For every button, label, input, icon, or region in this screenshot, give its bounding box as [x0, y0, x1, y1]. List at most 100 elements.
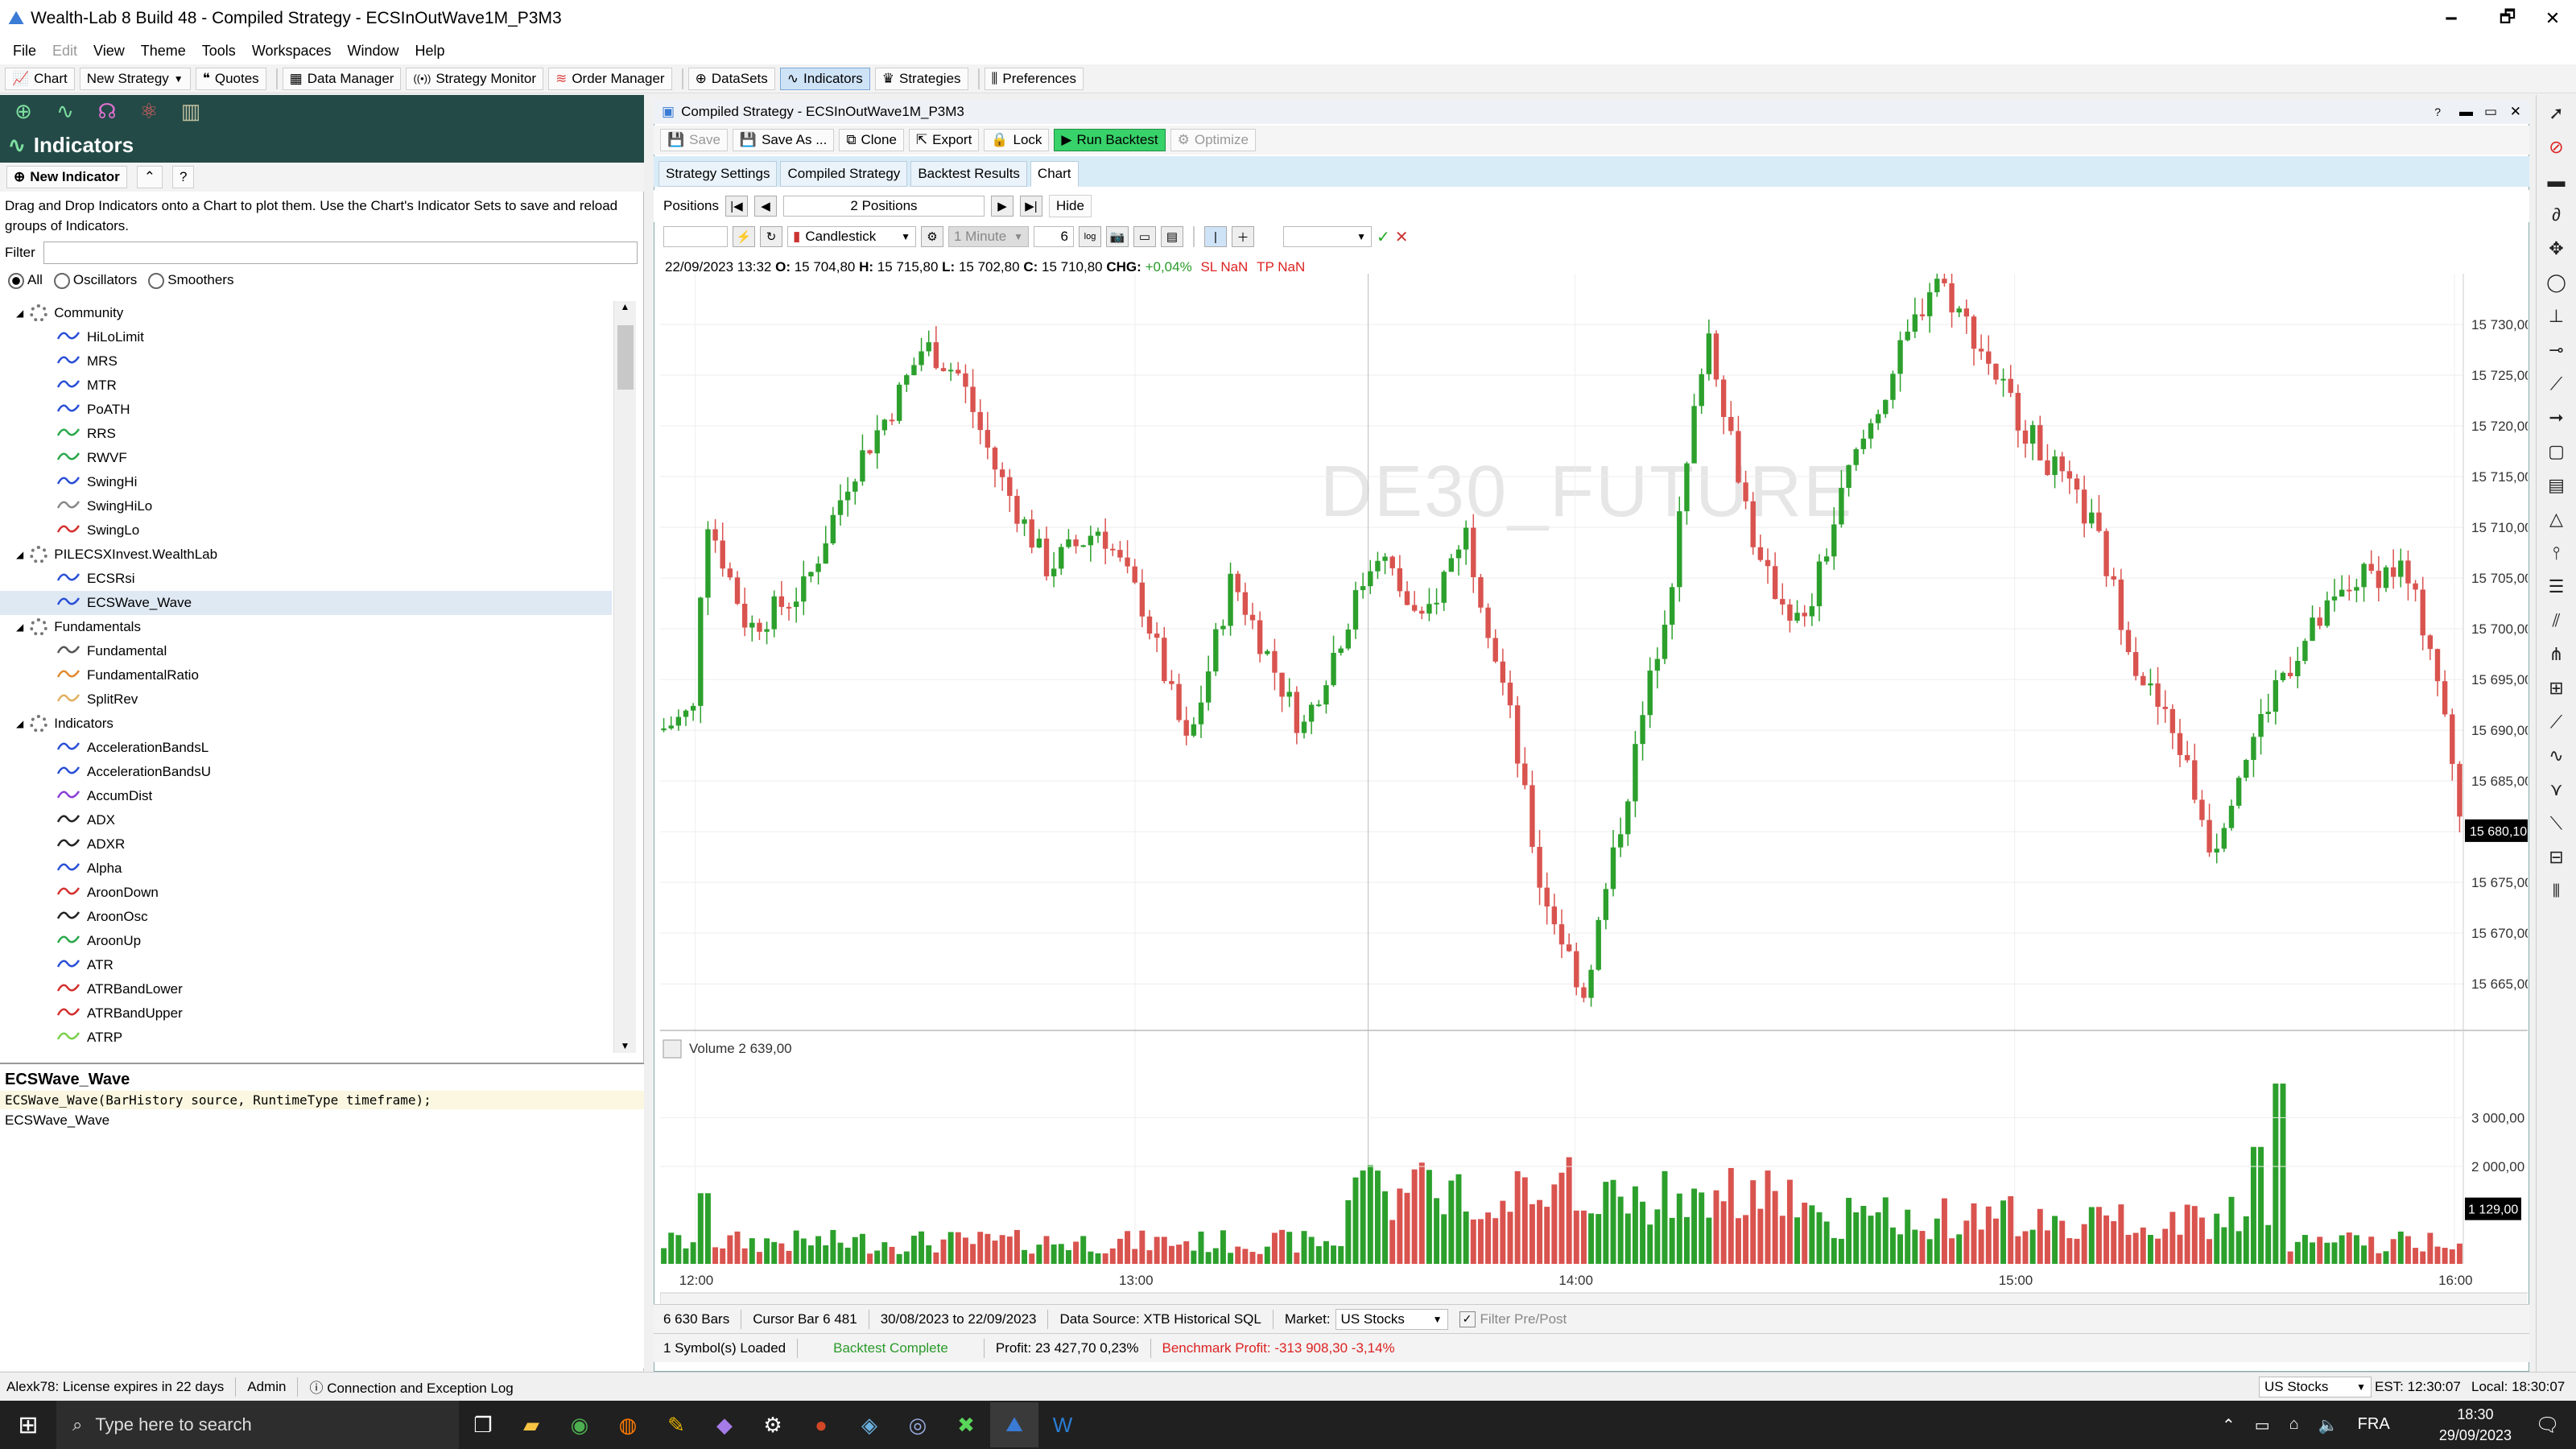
fib-icon[interactable]: ☰ [2543, 573, 2570, 601]
log-scale-button[interactable]: log [1079, 226, 1101, 247]
indicator-item[interactable]: SwingLo [0, 518, 612, 543]
indicator-item[interactable]: ATRBandUpper [0, 1001, 612, 1026]
xmind-icon[interactable]: ✖ [942, 1402, 990, 1447]
horizontal-line-icon[interactable]: ⊸ [2543, 336, 2570, 364]
ellipse-icon[interactable]: ◯ [2543, 269, 2570, 296]
indicator-item[interactable]: FundamentalRatio [0, 663, 612, 687]
indicator-item[interactable]: MTR [0, 374, 612, 398]
indicator-item[interactable]: AroonDown [0, 881, 612, 905]
indicator-item[interactable]: ATRP [0, 1026, 612, 1050]
timezone-icon[interactable]: ⦀ [2543, 877, 2570, 905]
order-manager-button[interactable]: ≋ Order Manager [548, 67, 672, 90]
indicator-item[interactable]: HiLoLimit [0, 325, 612, 349]
crosshair-icon[interactable]: ＋ [1232, 226, 1254, 247]
expand-icon[interactable]: ◢ [16, 549, 23, 560]
run-backtest-button[interactable]: ▶ Run Backtest [1054, 129, 1166, 151]
strategies-button[interactable]: ♛ Strategies [874, 67, 968, 90]
expand-icon[interactable]: ◢ [16, 308, 23, 319]
radio-oscillators[interactable]: Oscillators [53, 272, 137, 289]
network-icon[interactable]: ⌂ [2289, 1415, 2299, 1435]
chart-style-select[interactable]: ▮ Candlestick ▼ [787, 226, 916, 247]
connection-log-link[interactable]: ⓘ Connection and Exception Log [309, 1377, 513, 1397]
screenshot-icon[interactable]: 📷 [1106, 226, 1129, 247]
datasets-button[interactable]: ⊕ DataSets [687, 67, 775, 90]
tab-chart[interactable]: Chart [1030, 161, 1079, 187]
menu-theme[interactable]: Theme [141, 43, 186, 60]
globe-icon[interactable]: ⊕ [10, 99, 37, 123]
molecule-icon[interactable]: ⚛ [135, 99, 163, 123]
collapse-button[interactable]: ⌃ [136, 166, 163, 188]
export-button[interactable]: ⇱ Export [908, 129, 980, 151]
language[interactable]: FRA [2358, 1415, 2390, 1435]
wealthlab-icon[interactable]: ⛰ [990, 1402, 1038, 1447]
drawing-select[interactable]: ▼ [1283, 226, 1372, 247]
notification-icon[interactable]: 🗨 [2536, 1414, 2560, 1437]
word-icon[interactable]: W [1038, 1402, 1087, 1447]
task-view-icon[interactable]: ❐ [459, 1402, 507, 1447]
powerpoint-icon[interactable]: ● [797, 1402, 845, 1447]
indicator-item[interactable]: AccelerationBandsL [0, 736, 612, 760]
doc-close-button[interactable]: ✕ [2510, 104, 2521, 120]
indicator-item[interactable]: SwingHi [0, 470, 612, 494]
new-indicator-button[interactable]: ⊕ New Indicator [6, 166, 127, 188]
app-icon[interactable]: ✎ [652, 1402, 700, 1447]
indicator-item[interactable]: ECSWave_Wave [0, 591, 612, 615]
menu-file[interactable]: File [13, 43, 36, 60]
strategy-monitor-button[interactable]: ((•)) Strategy Monitor [406, 67, 544, 90]
radio-all[interactable]: All [8, 272, 43, 289]
chart-style-gear-icon[interactable]: ⚙ [921, 226, 943, 247]
indicator-item[interactable]: Fundamental [0, 639, 612, 663]
lasso-icon[interactable]: ∂ [2543, 201, 2570, 229]
channel-icon[interactable]: ⫽ [2543, 607, 2570, 634]
chart-button[interactable]: 📈 Chart [5, 67, 75, 90]
gann-icon[interactable]: ⊞ [2543, 675, 2570, 702]
check-icon[interactable]: ✓ [1377, 227, 1390, 247]
indicator-item[interactable]: AroonOsc [0, 905, 612, 929]
new-strategy-button[interactable]: New Strategy ▼ [79, 67, 191, 90]
text-icon[interactable]: ▤ [2543, 472, 2570, 499]
menu-window[interactable]: Window [348, 43, 399, 60]
doc-minimize-button[interactable]: ▬ [2459, 104, 2473, 120]
indicators-button[interactable]: ∿ Indicators [779, 67, 870, 90]
tree-group[interactable]: ◢ PILECSXInvest.WealthLab [0, 543, 612, 567]
menu-view[interactable]: View [93, 43, 125, 60]
tree-group[interactable]: ◢ Community [0, 301, 612, 325]
volume-icon[interactable]: 🔈 [2318, 1415, 2339, 1435]
no-entry-icon[interactable]: ⊘ [2543, 134, 2570, 161]
eraser-icon[interactable]: ▬ [2543, 167, 2570, 195]
indicator-item[interactable]: ADXR [0, 832, 612, 857]
indicator-item[interactable]: MRS [0, 349, 612, 374]
lightning-icon[interactable]: ⚡ [733, 226, 755, 247]
indicator-item[interactable]: SwingHiLo [0, 494, 612, 518]
indicator-item[interactable]: AroonUp [0, 929, 612, 953]
pin-icon[interactable]: ⫯ [2543, 539, 2570, 567]
indicator-item[interactable]: PoATH [0, 398, 612, 422]
help-icon[interactable]: ? [2434, 105, 2441, 118]
pointer-icon[interactable]: ➚ [2543, 100, 2570, 127]
arrow-icon[interactable]: ➞ [2543, 404, 2570, 431]
brain-icon[interactable]: ☊ [93, 99, 121, 123]
optimize-button[interactable]: ⚙ Optimize [1170, 129, 1256, 151]
file-explorer-icon[interactable]: ▰ [507, 1402, 555, 1447]
tray-app-icon[interactable]: ▭ [2255, 1415, 2270, 1435]
menu-workspaces[interactable]: Workspaces [252, 43, 332, 60]
pitchfork-icon[interactable]: ⋔ [2543, 641, 2570, 668]
quotes-button[interactable]: ❝ Quotes [195, 67, 266, 90]
menu-tools[interactable]: Tools [202, 43, 236, 60]
last-position-button[interactable]: ▶| [1019, 196, 1042, 217]
market-select[interactable]: US Stocks ▼ [1335, 1308, 1448, 1330]
layout-icon[interactable]: ▭ [1133, 226, 1156, 247]
settings-icon[interactable]: ⚙ [749, 1402, 797, 1447]
preferences-button[interactable]: ⫼ Preferences [984, 67, 1084, 90]
timeframe-select[interactable]: 1 Minute ▼ [948, 226, 1029, 247]
data-manager-button[interactable]: ▦ Data Manager [282, 67, 402, 90]
indicator-item[interactable]: RWVF [0, 446, 612, 470]
save-button[interactable]: 💾 Save [660, 129, 728, 151]
speed-line-icon[interactable]: ⟋ [2543, 708, 2570, 736]
filter-input[interactable] [43, 242, 638, 264]
next-position-button[interactable]: ▶ [990, 196, 1013, 217]
indicator-item[interactable]: AccumDist [0, 784, 612, 808]
save-as-button[interactable]: 💾 Save As ... [732, 129, 835, 151]
fan-icon[interactable]: ⋎ [2543, 776, 2570, 803]
tray-chevron-icon[interactable]: ⌃ [2222, 1415, 2235, 1435]
